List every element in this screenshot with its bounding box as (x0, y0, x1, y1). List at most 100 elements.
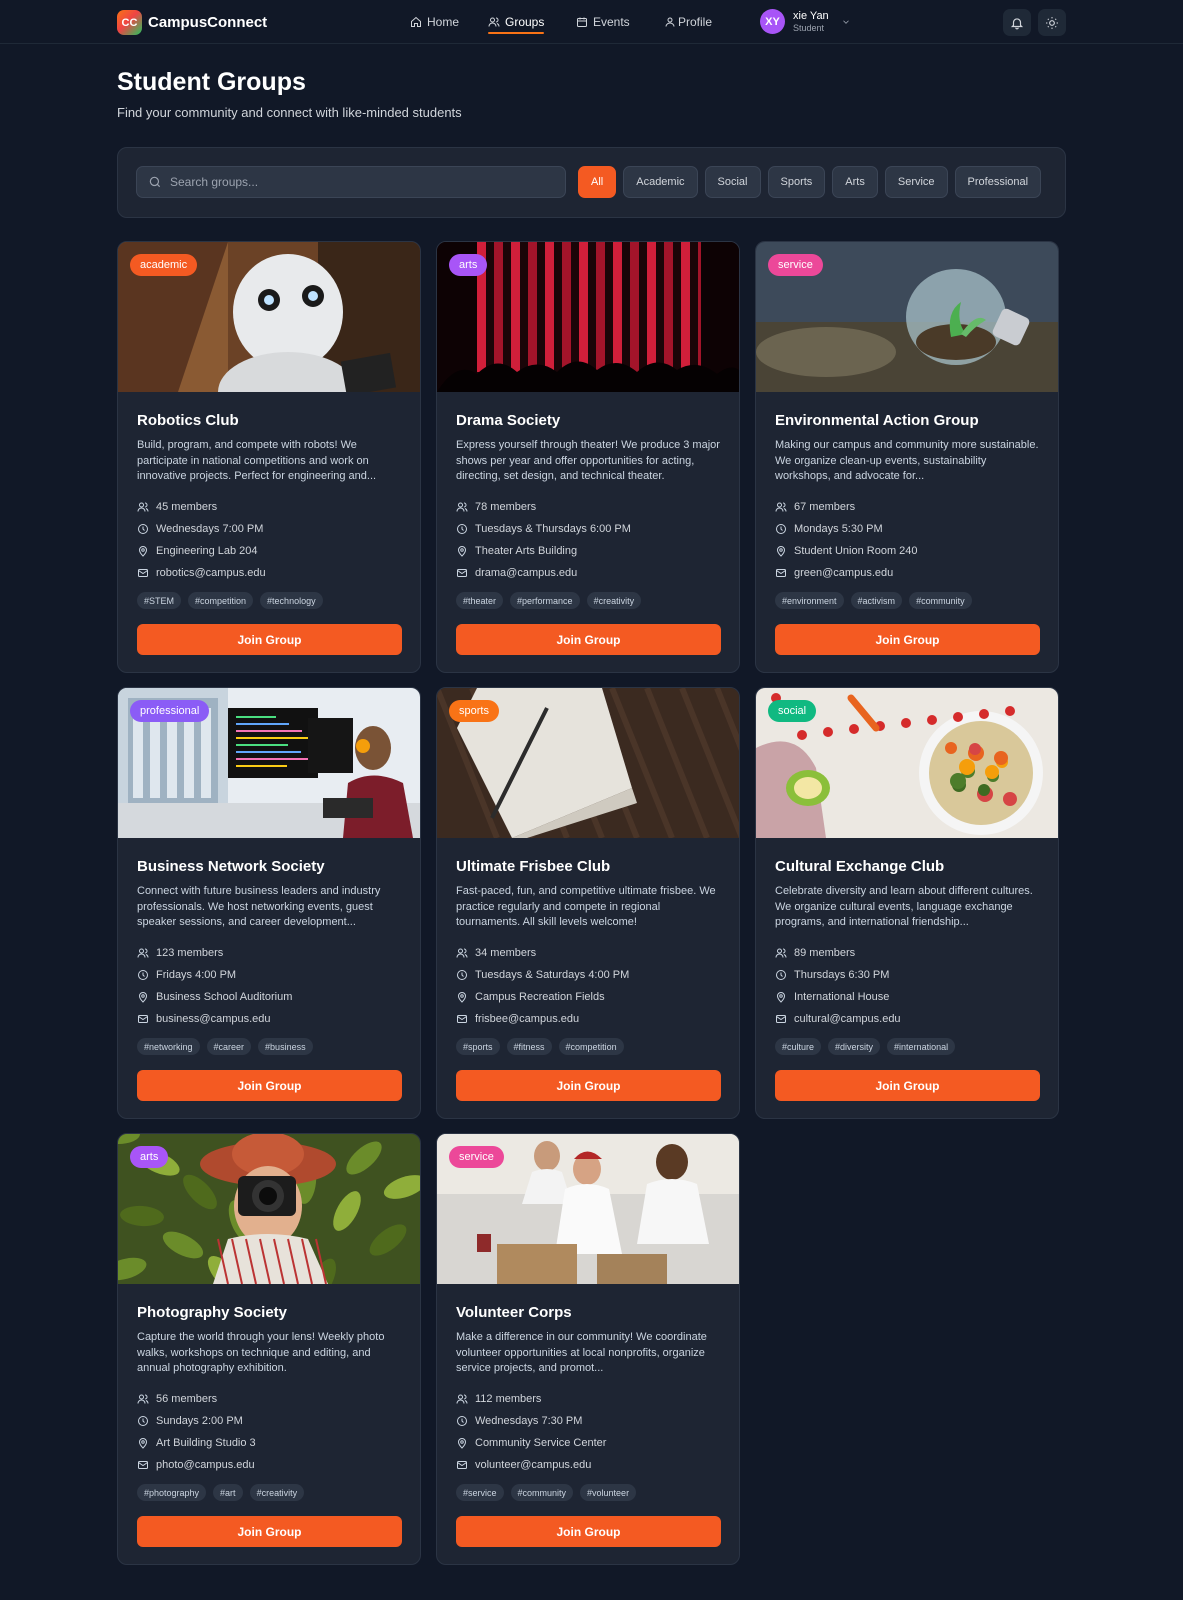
join-group-button[interactable]: Join Group (775, 1070, 1040, 1101)
join-group-button[interactable]: Join Group (456, 1516, 721, 1547)
schedule-text: Tuesdays & Thursdays 6:00 PM (475, 523, 631, 535)
app-name: CampusConnect (148, 14, 268, 31)
group-title: Drama Society (456, 412, 561, 429)
tag[interactable]: #creativity (249, 1484, 305, 1501)
join-group-button[interactable]: Join Group (137, 624, 402, 655)
map-pin-icon (457, 1438, 467, 1449)
tag[interactable]: #photography (137, 1484, 207, 1501)
tag[interactable]: #creativity (586, 592, 642, 609)
category-badge: arts (130, 1146, 169, 1168)
nav-groups[interactable]: Groups (488, 12, 545, 34)
mail-icon (776, 569, 786, 577)
group-card[interactable]: service Environmental Action Group Makin… (755, 241, 1059, 673)
members-text: 67 members (794, 501, 856, 513)
tag[interactable]: #international (887, 1038, 956, 1055)
notifications-button[interactable] (1003, 9, 1031, 36)
tag[interactable]: #technology (260, 592, 323, 609)
email-text[interactable]: frisbee@campus.edu (475, 1013, 579, 1025)
tag[interactable]: #community (909, 592, 972, 609)
group-card[interactable]: sports Ultimate Frisbee Club Fast-paced,… (436, 687, 740, 1119)
clock-icon (776, 970, 786, 980)
tag[interactable]: #sports (456, 1038, 500, 1055)
filter-professional[interactable]: Professional (954, 166, 1042, 198)
contact-email: frisbee@campus.edu (456, 1008, 722, 1030)
filter-social[interactable]: Social (704, 166, 761, 198)
category-badge: academic (130, 254, 198, 276)
sun-icon (1046, 16, 1058, 29)
tag[interactable]: #activism (850, 592, 903, 609)
join-group-button[interactable]: Join Group (775, 624, 1040, 655)
nav-events-label: Events (593, 15, 630, 29)
email-text[interactable]: robotics@campus.edu (156, 567, 266, 579)
members-count: 112 members (456, 1388, 722, 1410)
nav-home[interactable]: Home (410, 12, 459, 32)
group-title: Environmental Action Group (775, 412, 979, 429)
email-text[interactable]: green@campus.edu (794, 567, 893, 579)
location-text: Community Service Center (475, 1437, 607, 1449)
meeting-schedule: Tuesdays & Thursdays 6:00 PM (456, 518, 722, 540)
tag[interactable]: #culture (775, 1038, 822, 1055)
members-count: 67 members (775, 496, 1041, 518)
filter-service[interactable]: Service (884, 166, 948, 198)
tag[interactable]: #STEM (137, 592, 182, 609)
nav-events[interactable]: Events (576, 12, 630, 32)
app-logo[interactable]: CC CampusConnect (117, 10, 267, 35)
join-group-button[interactable]: Join Group (456, 624, 721, 655)
tag[interactable]: #fitness (506, 1038, 552, 1055)
members-text: 112 members (475, 1393, 542, 1405)
group-image: professional (118, 688, 420, 838)
members-text: 78 members (475, 501, 537, 513)
map-pin-icon (138, 546, 148, 557)
tag[interactable]: #art (213, 1484, 243, 1501)
tag[interactable]: #competition (188, 592, 254, 609)
tag[interactable]: #business (258, 1038, 313, 1055)
join-group-button[interactable]: Join Group (137, 1516, 402, 1547)
email-text[interactable]: drama@campus.edu (475, 567, 577, 579)
user-icon (665, 17, 675, 27)
filter-sports[interactable]: Sports (767, 166, 826, 198)
join-group-button[interactable]: Join Group (456, 1070, 721, 1101)
nav-groups-label: Groups (505, 15, 545, 29)
group-image: sports (437, 688, 739, 838)
tag[interactable]: #career (206, 1038, 252, 1055)
email-text[interactable]: cultural@campus.edu (794, 1013, 901, 1025)
search-box (136, 166, 566, 198)
nav-profile[interactable]: Profile (664, 12, 712, 32)
user-menu[interactable]: XY xie Yan Student (760, 9, 851, 34)
group-card[interactable]: arts Photography Society Capture the wor… (117, 1133, 421, 1565)
group-card[interactable]: academic Robotics Club Build, program, a… (117, 241, 421, 673)
schedule-text: Fridays 4:00 PM (156, 969, 237, 981)
nav-home-label: Home (427, 15, 460, 29)
join-group-button[interactable]: Join Group (137, 1070, 402, 1101)
clock-icon (138, 1416, 148, 1426)
group-card[interactable]: service Volunteer Corps Make a differenc… (436, 1133, 740, 1565)
group-description: Connect with future business leaders and… (137, 885, 381, 928)
filter-academic[interactable]: Academic (623, 166, 698, 198)
tag[interactable]: #diversity (828, 1038, 881, 1055)
filter-all[interactable]: All (578, 166, 617, 198)
calendar-icon (577, 17, 587, 27)
group-card[interactable]: arts Drama Society Express yourself thro… (436, 241, 740, 673)
email-text[interactable]: volunteer@campus.edu (475, 1459, 591, 1471)
group-card[interactable]: social Cultural Exchange Club Celebrate … (755, 687, 1059, 1119)
tag[interactable]: #performance (510, 592, 580, 609)
search-input[interactable] (170, 175, 550, 189)
group-image: social (756, 688, 1058, 838)
filter-arts[interactable]: Arts (832, 166, 878, 198)
contact-email: robotics@campus.edu (137, 562, 403, 584)
tag[interactable]: #theater (456, 592, 504, 609)
tag[interactable]: #community (510, 1484, 574, 1501)
tag[interactable]: #competition (558, 1038, 624, 1055)
theme-toggle-button[interactable] (1038, 9, 1066, 36)
tag[interactable]: #service (456, 1484, 504, 1501)
contact-email: drama@campus.edu (456, 562, 722, 584)
group-card[interactable]: professional Business Network Society Co… (117, 687, 421, 1119)
tag[interactable]: #networking (137, 1038, 200, 1055)
meeting-location: Art Building Studio 3 (137, 1432, 403, 1454)
group-title: Ultimate Frisbee Club (456, 858, 611, 875)
email-text[interactable]: business@campus.edu (156, 1013, 271, 1025)
nav-profile-label: Profile (678, 15, 713, 29)
tag[interactable]: #environment (775, 592, 844, 609)
email-text[interactable]: photo@campus.edu (156, 1459, 255, 1471)
tag[interactable]: #volunteer (580, 1484, 637, 1501)
